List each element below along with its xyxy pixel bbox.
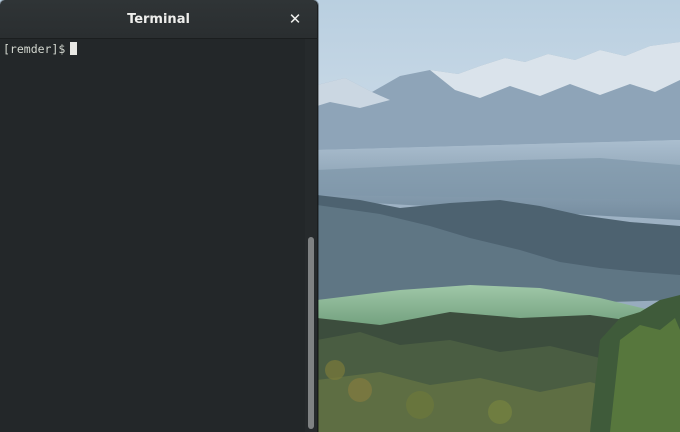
- window-title: Terminal: [127, 12, 190, 27]
- terminal-window[interactable]: Terminal ✕ [remder]$: [0, 0, 318, 432]
- close-icon: ✕: [288, 10, 302, 28]
- titlebar[interactable]: Terminal ✕: [0, 0, 317, 39]
- scrollbar-thumb[interactable]: [308, 237, 314, 429]
- text-cursor: [70, 42, 78, 55]
- prompt-line: [remder]$: [3, 42, 78, 56]
- scrollbar[interactable]: [305, 39, 317, 432]
- terminal-output[interactable]: [remder]$: [0, 39, 305, 432]
- desktop: Terminal ✕ [remder]$: [0, 0, 680, 432]
- close-button[interactable]: ✕: [285, 9, 305, 29]
- shell-prompt: [remder]$: [3, 42, 66, 56]
